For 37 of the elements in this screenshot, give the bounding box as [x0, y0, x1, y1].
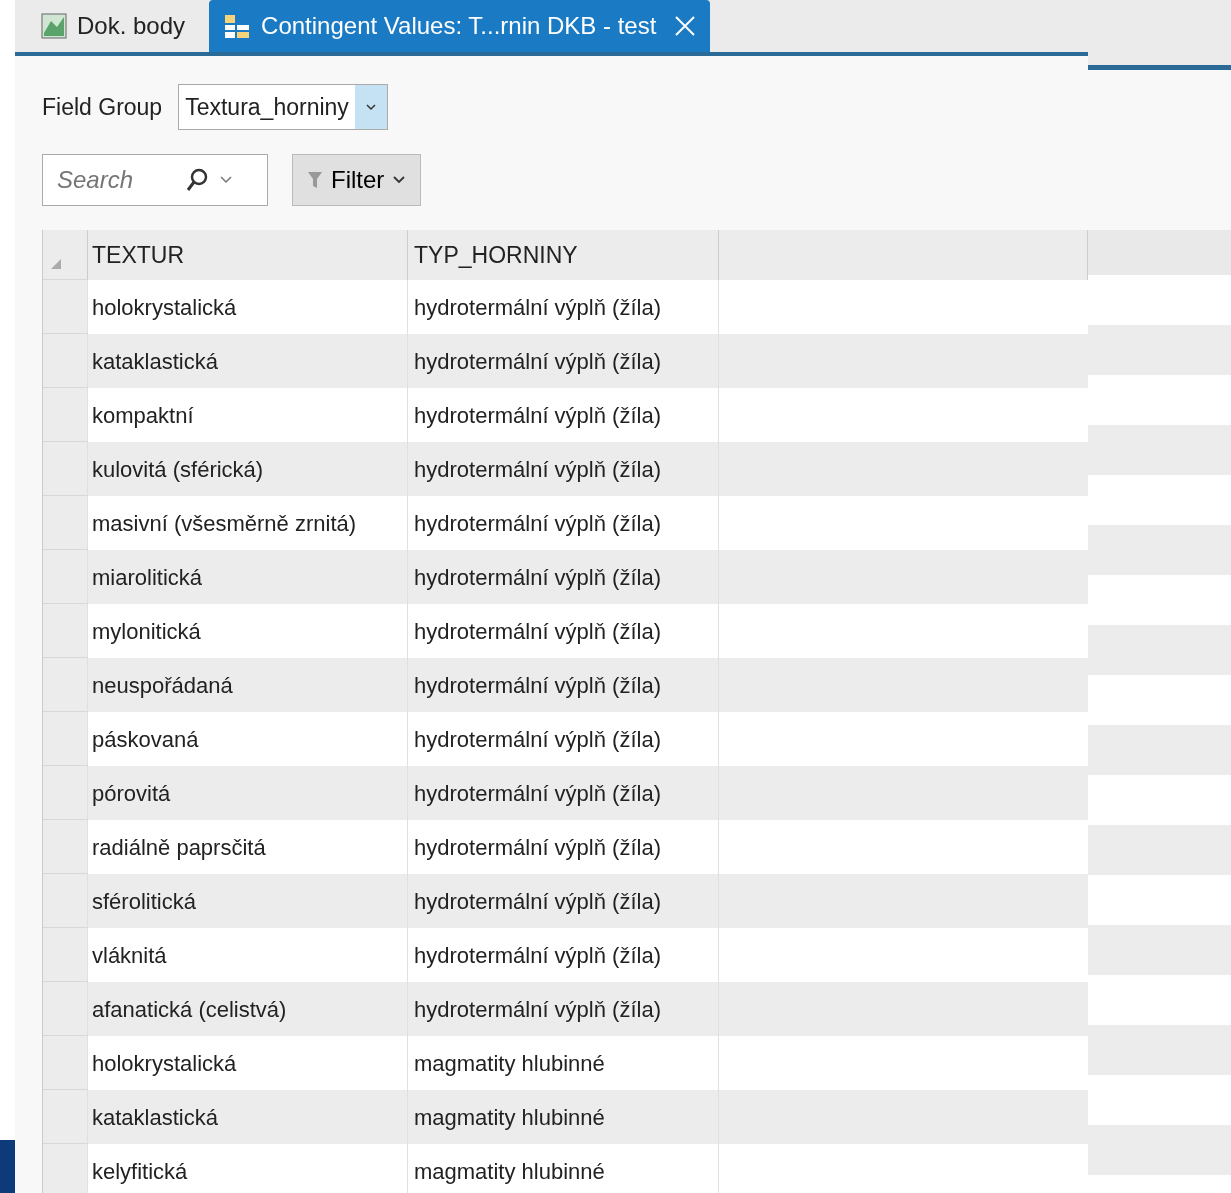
row-header[interactable]	[43, 1036, 88, 1090]
row-header[interactable]	[43, 1090, 88, 1144]
row-header[interactable]	[43, 982, 88, 1036]
column-header[interactable]: TYP_HORNINY	[408, 230, 719, 280]
row-header[interactable]	[43, 442, 88, 496]
row-header[interactable]	[43, 496, 88, 550]
table-cell: magmatity hlubinné	[408, 1144, 719, 1193]
row-header[interactable]	[43, 712, 88, 766]
row-header[interactable]	[43, 388, 88, 442]
filter-button[interactable]: Filter	[292, 154, 422, 206]
table-cell: kelyfitická	[88, 1144, 408, 1193]
close-icon[interactable]	[674, 15, 697, 37]
column-header[interactable]: TEXTUR	[88, 230, 408, 280]
tab[interactable]: Contingent Values: T...rnin DKB - test	[209, 0, 711, 52]
funnel-icon	[307, 170, 323, 190]
row-header[interactable]	[43, 874, 88, 928]
row-header[interactable]	[43, 280, 88, 334]
tab[interactable]: Dok. body	[27, 0, 200, 52]
row-header[interactable]	[43, 334, 88, 388]
table-icon	[223, 13, 252, 39]
row-header[interactable]	[43, 604, 88, 658]
caret-icon	[354, 85, 387, 129]
field-group-dropdown[interactable]: Textura_horniny	[178, 84, 388, 130]
search-input[interactable]: Search	[55, 161, 175, 199]
row-header[interactable]	[43, 820, 88, 874]
row-header[interactable]	[43, 766, 88, 820]
row-header[interactable]	[43, 658, 88, 712]
field-group-label: Field Group	[42, 92, 163, 122]
row-header[interactable]	[43, 928, 88, 982]
row-header[interactable]	[43, 1144, 88, 1193]
caret-icon	[392, 175, 407, 185]
search-field[interactable]: Search	[42, 154, 268, 206]
sort-icon	[49, 257, 63, 271]
search-icon	[185, 167, 209, 193]
row-header[interactable]	[43, 550, 88, 604]
caret-icon	[219, 175, 233, 185]
map-icon	[41, 13, 67, 39]
